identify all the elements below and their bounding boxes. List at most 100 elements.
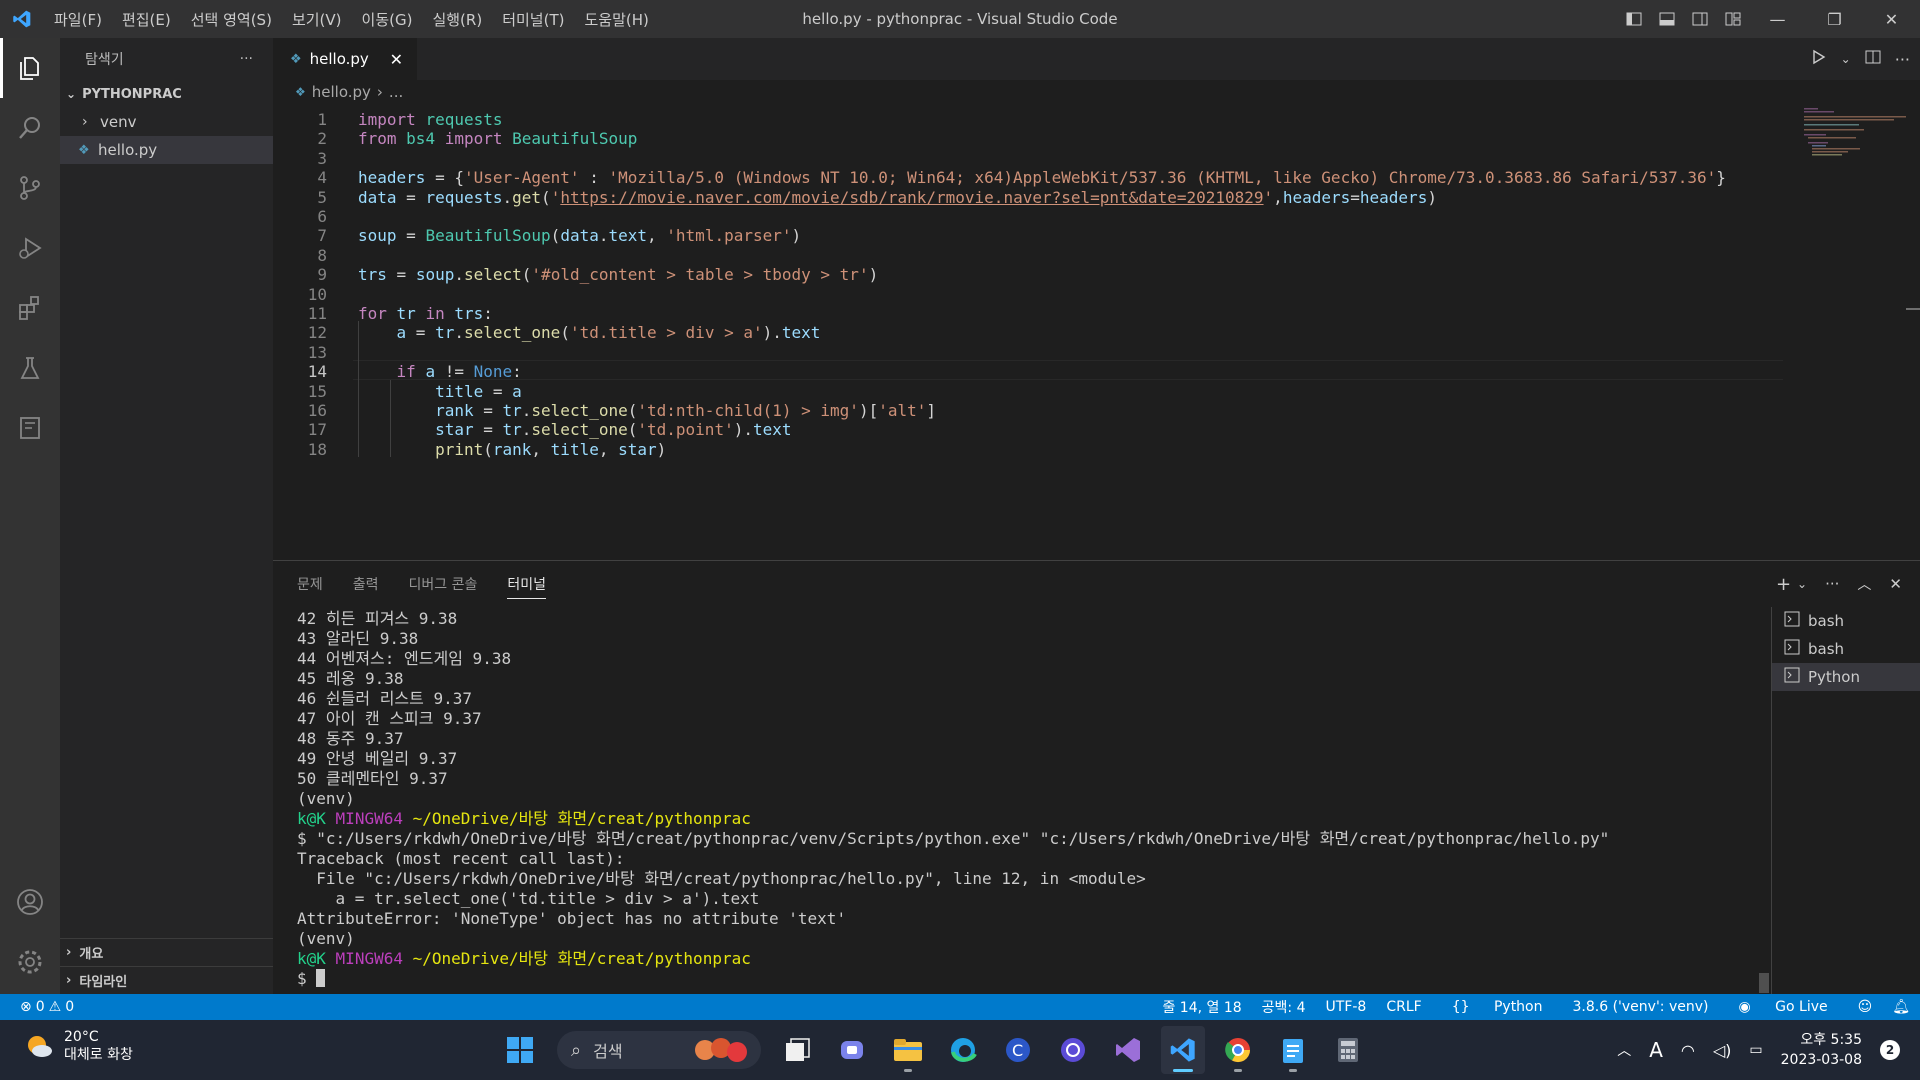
python-interpreter[interactable]: 3.8.6 ('venv': venv) bbox=[1563, 999, 1719, 1015]
file-explorer-icon[interactable] bbox=[886, 1026, 930, 1074]
code-token: ] bbox=[926, 401, 937, 420]
code-token: '#old_content > table > tbody > tr' bbox=[531, 265, 869, 285]
bell-icon[interactable]: 🔔︎ bbox=[1882, 999, 1920, 1015]
taskbar-search[interactable]: ⌕ 검색 bbox=[557, 1031, 761, 1069]
close-tab-icon[interactable]: ✕ bbox=[390, 50, 403, 69]
weather-widget[interactable]: 20°C 대체로 화창 bbox=[24, 1028, 133, 1064]
more-actions-icon[interactable]: ··· bbox=[1825, 575, 1839, 593]
source-control-icon[interactable] bbox=[0, 158, 60, 218]
menu-item[interactable]: 보기(V) bbox=[282, 9, 352, 30]
tree-item-hello-py[interactable]: ❖ hello.py bbox=[60, 136, 273, 164]
teams-chat-icon[interactable] bbox=[831, 1026, 875, 1074]
terminal-line: 42 히든 피겨스 9.38 bbox=[297, 609, 1777, 629]
terminal-output[interactable]: 42 히든 피겨스 9.38 43 알라딘 9.38 44 어벤져스: 엔드게임 9… bbox=[297, 609, 1777, 989]
wifi-icon[interactable]: ◠ bbox=[1681, 1041, 1695, 1060]
terminal-scrollbar[interactable] bbox=[1759, 973, 1769, 993]
menu-item[interactable]: 편집(E) bbox=[112, 9, 181, 30]
vscode-logo-icon[interactable] bbox=[0, 0, 44, 38]
notification-badge[interactable]: 2 bbox=[1880, 1040, 1900, 1060]
problems-status[interactable]: ⊗ 0 ⚠ 0 bbox=[0, 999, 74, 1015]
split-editor-icon[interactable] bbox=[1865, 49, 1881, 69]
edge-browser-icon[interactable] bbox=[941, 1026, 985, 1074]
terminal-line: 49 안녕 베일리 9.37 bbox=[297, 749, 1777, 769]
terminal-prompt[interactable]: $ bbox=[297, 969, 1777, 989]
panel-tab[interactable]: 터미널 bbox=[507, 561, 546, 607]
accounts-icon[interactable] bbox=[0, 872, 60, 932]
battery-icon[interactable]: ▭ bbox=[1749, 1042, 1762, 1058]
language-mode[interactable]: {} Python bbox=[1432, 999, 1563, 1015]
close-panel-icon[interactable]: ✕ bbox=[1889, 575, 1902, 593]
panel-tab[interactable]: 디버그 콘솔 bbox=[409, 561, 478, 607]
menu-item[interactable]: 파일(F) bbox=[44, 9, 112, 30]
editor-scrollbar[interactable] bbox=[1906, 308, 1920, 310]
more-actions-icon[interactable]: ··· bbox=[240, 51, 253, 67]
toggle-secondary-sidebar-icon[interactable] bbox=[1683, 0, 1716, 38]
indentation[interactable]: 공백: 4 bbox=[1252, 997, 1316, 1017]
tree-item-venv[interactable]: › venv bbox=[60, 108, 273, 136]
more-actions-icon[interactable]: ··· bbox=[1895, 50, 1910, 69]
start-button[interactable] bbox=[498, 1026, 542, 1074]
terminal-text: a = tr.select_one('td.title > div > a').… bbox=[297, 889, 760, 908]
customize-layout-icon[interactable] bbox=[1716, 0, 1749, 38]
minimize-button[interactable]: — bbox=[1749, 0, 1806, 38]
notepad-icon[interactable] bbox=[1271, 1026, 1315, 1074]
encoding[interactable]: UTF-8 bbox=[1316, 999, 1377, 1015]
terminal-instance[interactable]: bash bbox=[1772, 607, 1920, 635]
volume-icon[interactable]: ◁) bbox=[1713, 1041, 1732, 1060]
folder-pythonprac[interactable]: ⌄ PYTHONPRAC bbox=[60, 80, 273, 108]
gear-icon[interactable] bbox=[0, 932, 60, 992]
remote-explorer-icon[interactable] bbox=[0, 398, 60, 458]
go-live-button[interactable]: ◉ Go Live bbox=[1718, 999, 1847, 1015]
menu-item[interactable]: 실행(R) bbox=[422, 9, 492, 30]
calculator-icon[interactable] bbox=[1326, 1026, 1370, 1074]
terminal-text: MINGW64 bbox=[335, 809, 403, 828]
terminal-instance[interactable]: Python bbox=[1772, 663, 1920, 691]
new-terminal-icon[interactable]: + bbox=[1776, 574, 1791, 595]
timeline-section[interactable]: › 타임라인 bbox=[60, 966, 273, 994]
menu-item[interactable]: 선택 영역(S) bbox=[181, 9, 282, 30]
minimap[interactable] bbox=[1786, 106, 1914, 166]
menu-item[interactable]: 터미널(T) bbox=[492, 9, 574, 30]
breadcrumb-file[interactable]: hello.py bbox=[312, 83, 371, 101]
code-token: soup bbox=[358, 226, 397, 246]
chrome-browser-icon[interactable] bbox=[1216, 1026, 1260, 1074]
panel-tab[interactable]: 문제 bbox=[297, 561, 323, 607]
panel-tab[interactable]: 출력 bbox=[353, 561, 379, 607]
tab-hello-py[interactable]: ❖ hello.py ✕ bbox=[273, 38, 417, 80]
maximize-button[interactable]: ❐ bbox=[1806, 0, 1863, 38]
extensions-icon[interactable] bbox=[0, 278, 60, 338]
explorer-icon[interactable] bbox=[0, 38, 60, 98]
ime-icon[interactable]: A bbox=[1649, 1038, 1663, 1062]
terminal-instance[interactable]: bash bbox=[1772, 635, 1920, 663]
testing-icon[interactable] bbox=[0, 338, 60, 398]
toggle-panel-icon[interactable] bbox=[1650, 0, 1683, 38]
maximize-panel-icon[interactable]: ︿ bbox=[1857, 574, 1871, 594]
code-token: = bbox=[396, 226, 426, 246]
code-token: None bbox=[473, 362, 513, 382]
menu-item[interactable]: 도움말(H) bbox=[574, 9, 658, 30]
toggle-primary-sidebar-icon[interactable] bbox=[1617, 0, 1650, 38]
run-debug-icon[interactable] bbox=[0, 218, 60, 278]
visual-studio-icon[interactable] bbox=[1106, 1026, 1150, 1074]
chevron-down-icon[interactable]: ⌄ bbox=[1797, 577, 1807, 591]
code-token: trs bbox=[454, 304, 484, 323]
task-view-icon[interactable] bbox=[776, 1026, 820, 1074]
terminal-text: 47 아이 캔 스피크 9.37 bbox=[297, 709, 482, 728]
close-window-button[interactable]: ✕ bbox=[1863, 0, 1920, 38]
vscode-taskbar-icon[interactable] bbox=[1161, 1026, 1205, 1074]
breadcrumb-symbol[interactable]: ... bbox=[389, 83, 403, 101]
run-python-file-icon[interactable] bbox=[1811, 49, 1827, 69]
feedback-icon[interactable]: ☺ bbox=[1848, 999, 1883, 1015]
clock[interactable]: 오후 5:35 2023-03-08 bbox=[1781, 1030, 1862, 1070]
chevron-down-icon[interactable]: ⌄ bbox=[1841, 52, 1851, 66]
end-of-line[interactable]: CRLF bbox=[1376, 999, 1431, 1015]
app-circle-icon[interactable] bbox=[1051, 1026, 1095, 1074]
menu-item[interactable]: 이동(G) bbox=[352, 9, 423, 30]
search-icon[interactable] bbox=[0, 98, 60, 158]
app-c-icon[interactable]: C bbox=[996, 1026, 1040, 1074]
chevron-up-icon[interactable]: ︿ bbox=[1617, 1040, 1631, 1060]
outline-section[interactable]: › 개요 bbox=[60, 938, 273, 966]
code-editor[interactable]: 1 import requests 2 from bs4 import Beautif… bbox=[273, 104, 1920, 560]
cursor-position[interactable]: 줄 14, 열 18 bbox=[1152, 997, 1251, 1017]
